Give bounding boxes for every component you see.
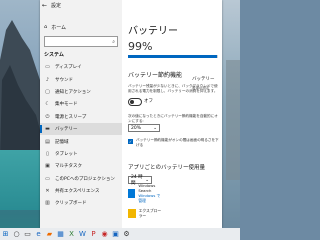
search-icon[interactable]: ○ <box>11 228 22 240</box>
store-icon[interactable]: ▦ <box>55 228 66 240</box>
nav-item-notifications[interactable]: ▢ 通知とアクション <box>40 86 122 98</box>
file-explorer-icon <box>128 208 136 218</box>
wallpaper-rock-formation <box>0 20 40 160</box>
windows-search-icon <box>128 188 136 198</box>
settings-window: ← 設定 ⌂ ホーム ⌕ システム ▭ ディスプレイ ♪ サウンド ▢ 通知とア… <box>40 0 222 228</box>
nav-item-label: 記憶域 <box>55 139 69 145</box>
nav-item-label: このPCへのプロジェクション <box>55 176 115 182</box>
nav-item-label: マルチタスク <box>55 164 82 170</box>
nav-item-focus-assist[interactable]: ☾ 集中モード <box>40 98 122 110</box>
window-title: 設定 <box>51 2 62 9</box>
lower-brightness-label: バッテリー節約機能がオンの間は画面の明るさを下げる <box>136 138 219 147</box>
nav-item-label: 通知とアクション <box>55 89 91 95</box>
lower-brightness-checkbox[interactable]: ✓ <box>128 139 133 144</box>
app-usage-item[interactable]: エクスプローラー <box>128 206 164 220</box>
explorer-icon[interactable]: ▰ <box>44 228 55 240</box>
battery-saver-toggle-label: オフ <box>144 99 153 104</box>
app-usage-heading: アプリごとのバッテリー使用量 <box>128 165 205 171</box>
clipboard-icon: ▥ <box>45 200 50 207</box>
auto-saver-label: 次の値になったときにバッテリー節約機能を自動的にオンにする: <box>128 114 218 123</box>
nav-item-display[interactable]: ▭ ディスプレイ <box>40 61 122 73</box>
app-subtext: Windows で管理 <box>138 193 161 203</box>
chevron-down-icon: ⌄ <box>145 177 149 183</box>
auto-saver-threshold-dropdown[interactable]: 20% ⌄ <box>128 124 160 132</box>
shared-experiences-icon: ✕ <box>45 188 50 195</box>
powerpoint-icon[interactable]: P <box>88 228 99 240</box>
back-arrow-icon[interactable]: ← <box>42 2 47 9</box>
excel-icon[interactable]: X <box>66 228 77 240</box>
home-icon: ⌂ <box>44 24 48 30</box>
toggle-knob <box>130 100 134 104</box>
storage-icon: ▤ <box>45 138 50 145</box>
nav-item-label: サウンド <box>55 77 73 83</box>
multitasking-icon: ▣ <box>45 163 50 170</box>
app-name: エクスプローラー <box>138 208 162 218</box>
battery-level-bar <box>128 55 218 58</box>
settings-content-pane: バッテリー 99% バッテリー節約機能 バッテリー残量が少ないときに、バックグラ… <box>122 0 222 228</box>
nav-item-projection[interactable]: ▭ このPCへのプロジェクション <box>40 173 122 185</box>
nav-item-sound[interactable]: ♪ サウンド <box>40 73 122 85</box>
nav-item-label: クリップボード <box>55 201 87 207</box>
search-icon: ⌕ <box>112 38 115 45</box>
taskbar: ⊞ ○ ▭ e ▰ ▦ X W P ◉ ▣ ⚙ <box>0 228 240 240</box>
home-link[interactable]: ⌂ ホーム <box>40 20 122 34</box>
focus-assist-icon: ☾ <box>45 101 50 108</box>
related-settings-link[interactable]: 電源の設定 <box>192 86 222 91</box>
nav-item-multitasking[interactable]: ▣ マルチタスク <box>40 160 122 172</box>
saver-heading: バッテリー節約機能 <box>128 72 183 79</box>
related-settings-heading: バッテリー <box>192 77 215 82</box>
notifications-icon: ▢ <box>45 88 50 95</box>
nav-item-battery[interactable]: ▬ バッテリー <box>40 122 122 136</box>
battery-saver-toggle[interactable] <box>128 98 142 106</box>
edge-icon[interactable]: e <box>33 228 44 240</box>
nav-item-tablet[interactable]: ▯ タブレット <box>40 148 122 160</box>
nav-item-label: 共有エクスペリエンス <box>55 189 100 195</box>
chevron-down-icon: ⌄ <box>153 125 157 131</box>
app-name: Windows Search <box>138 183 156 193</box>
settings-nav-pane: ← 設定 ⌂ ホーム ⌕ システム ▭ ディスプレイ ♪ サウンド ▢ 通知とア… <box>40 0 122 228</box>
nav-section-title: システム <box>44 52 64 58</box>
task-view-icon[interactable]: ▭ <box>22 228 33 240</box>
nav-item-label: バッテリー <box>55 127 78 133</box>
page-title: バッテリー <box>128 26 178 37</box>
tablet-icon: ▯ <box>46 150 49 157</box>
window-titlebar: ← 設定 <box>40 0 122 10</box>
word-icon[interactable]: W <box>77 228 88 240</box>
display-icon: ▭ <box>45 64 50 71</box>
nav-item-power[interactable]: ⏻ 電源とスリープ <box>40 111 122 123</box>
nav-item-label: ディスプレイ <box>55 65 82 71</box>
chrome-icon[interactable]: ◉ <box>99 228 110 240</box>
nav-item-label: タブレット <box>55 151 78 157</box>
battery-level-fill <box>128 55 218 58</box>
sound-icon: ♪ <box>45 76 50 83</box>
nav-item-label: 集中モード <box>55 102 78 108</box>
battery-percentage: 99% <box>128 40 153 53</box>
start-icon[interactable]: ⊞ <box>0 228 11 240</box>
settings-search-input[interactable]: ⌕ <box>44 36 118 47</box>
home-label: ホーム <box>51 24 67 31</box>
power-icon: ⏻ <box>45 113 50 120</box>
wallpaper-water <box>0 150 40 210</box>
nav-item-clipboard[interactable]: ▥ クリップボード <box>40 197 122 209</box>
projection-icon: ▭ <box>45 175 50 182</box>
wallpaper-right-rock <box>226 60 240 180</box>
photos-icon[interactable]: ▣ <box>110 228 121 240</box>
dropdown-value: 20% <box>131 125 142 131</box>
nav-item-label: 電源とスリープ <box>55 114 87 120</box>
settings-icon[interactable]: ⚙ <box>121 228 132 240</box>
battery-icon: ▬ <box>45 126 50 133</box>
nav-item-shared-experiences[interactable]: ✕ 共有エクスペリエンス <box>40 185 122 197</box>
nav-item-storage[interactable]: ▤ 記憶域 <box>40 135 122 147</box>
app-usage-item[interactable]: Windows Search Windows で管理 <box>128 183 164 203</box>
